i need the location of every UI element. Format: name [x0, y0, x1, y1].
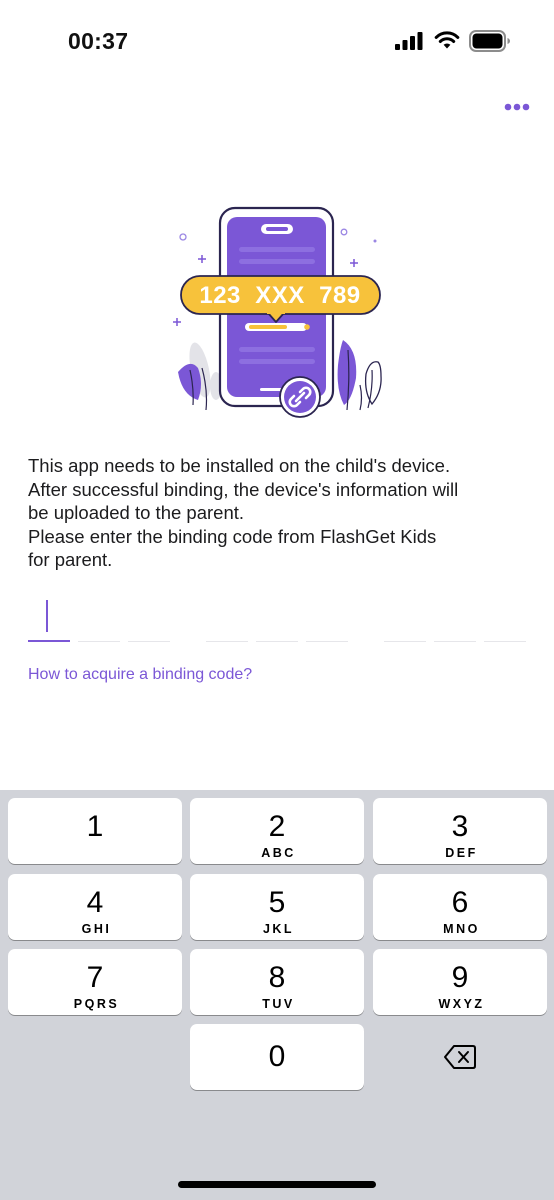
more-dots-icon	[504, 103, 530, 111]
numeric-keypad: 1 2 ABC 3 DEF 4 GHI 5 JKL 6 MNO 7 PQRS 8…	[0, 790, 554, 1200]
code-digit-slot[interactable]	[434, 596, 476, 642]
binding-illustration: 123 XXX 789	[173, 206, 382, 418]
key-5[interactable]: 5 JKL	[190, 874, 364, 940]
delete-key[interactable]	[373, 1024, 547, 1090]
key-digit: 4	[86, 886, 104, 919]
key-letters: GHI	[81, 922, 112, 936]
instruction-line: for parent.	[28, 549, 113, 570]
key-digit: 0	[268, 1040, 286, 1073]
code-digit-slot[interactable]	[28, 596, 70, 642]
key-letters: TUV	[262, 997, 295, 1011]
key-digit: 1	[86, 810, 104, 843]
code-digit-slot[interactable]	[78, 596, 120, 642]
key-digit: 5	[268, 886, 286, 919]
code-digit-slot[interactable]	[128, 596, 170, 642]
key-4[interactable]: 4 GHI	[8, 874, 182, 940]
code-badge-text: 123 XXX 789	[199, 282, 360, 309]
status-bar: 00:37	[0, 0, 554, 80]
more-options-button[interactable]	[498, 92, 536, 122]
key-0[interactable]: 0	[190, 1024, 364, 1090]
key-8[interactable]: 8 TUV	[190, 949, 364, 1015]
cellular-signal-icon	[395, 32, 423, 50]
key-1[interactable]: 1	[8, 798, 182, 864]
key-2[interactable]: 2 ABC	[190, 798, 364, 864]
key-digit: 8	[268, 961, 286, 994]
instruction-line: After successful binding, the device's i…	[28, 478, 459, 500]
key-7[interactable]: 7 PQRS	[8, 949, 182, 1015]
binding-code-input[interactable]	[28, 596, 526, 644]
key-digit: 2	[268, 810, 286, 843]
text-cursor	[46, 600, 48, 632]
status-time: 00:37	[68, 28, 129, 54]
key-letters: WXYZ	[438, 997, 485, 1011]
instruction-text: This app needs to be installed on the ch…	[28, 454, 528, 572]
key-6[interactable]: 6 MNO	[373, 874, 547, 940]
key-digit: 6	[451, 886, 469, 919]
wifi-icon	[434, 31, 460, 49]
key-letters: DEF	[445, 846, 478, 860]
key-digit: 9	[451, 961, 469, 994]
key-letters: JKL	[262, 922, 295, 936]
code-digit-slot[interactable]	[306, 596, 348, 642]
home-indicator	[178, 1181, 376, 1188]
instruction-line: Please enter the binding code from Flash…	[28, 525, 437, 547]
binding-code-help-link[interactable]: How to acquire a binding code?	[28, 666, 252, 684]
backspace-icon	[444, 1045, 476, 1069]
key-letters: ABC	[261, 846, 296, 860]
code-digit-slot[interactable]	[484, 596, 526, 642]
key-letters: MNO	[443, 922, 480, 936]
battery-icon	[469, 30, 510, 52]
link-icon	[279, 376, 321, 418]
key-9[interactable]: 9 WXYZ	[373, 949, 547, 1015]
instruction-line: be uploaded to the parent.	[28, 502, 245, 523]
key-digit: 7	[86, 961, 104, 994]
code-digit-slot[interactable]	[384, 596, 426, 642]
code-digit-slot[interactable]	[206, 596, 248, 642]
key-3[interactable]: 3 DEF	[373, 798, 547, 864]
code-digit-slot[interactable]	[256, 596, 298, 642]
key-letters: PQRS	[73, 997, 120, 1011]
instruction-line: This app needs to be installed on the ch…	[28, 455, 451, 476]
key-digit: 3	[451, 810, 469, 843]
